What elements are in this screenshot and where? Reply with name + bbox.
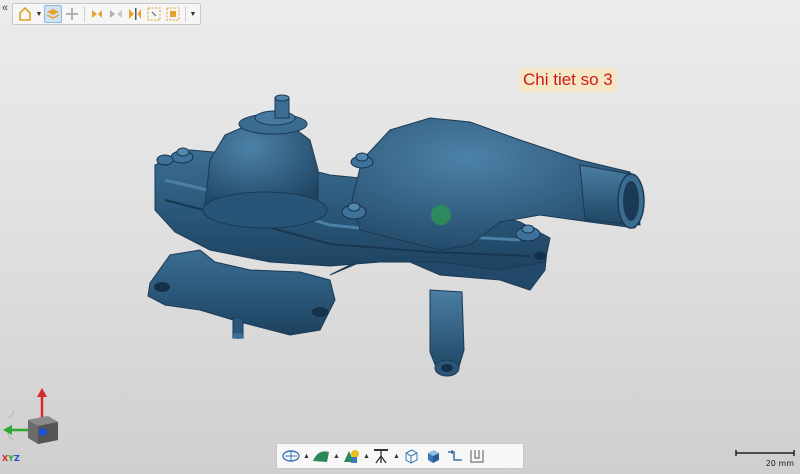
axis-triad[interactable]: XYZ xyxy=(0,386,70,474)
cross-section-button[interactable] xyxy=(467,446,487,466)
home-view-dropdown[interactable]: ▼ xyxy=(35,5,43,23)
fit-all-icon xyxy=(166,7,180,21)
mesh-shading-icon xyxy=(282,450,300,462)
layers-icon xyxy=(46,9,60,19)
flip-rotate-button[interactable] xyxy=(107,5,125,23)
fit-selection-button[interactable] xyxy=(145,5,163,23)
mirror-button[interactable] xyxy=(126,5,144,23)
flip-icon xyxy=(92,10,102,18)
tripod-light-icon xyxy=(374,449,388,464)
color-shapes-button[interactable] xyxy=(341,446,361,466)
solid-cube-icon xyxy=(428,450,439,463)
scale-bar: 20 mm xyxy=(734,449,796,471)
flip-button[interactable] xyxy=(88,5,106,23)
move-icon xyxy=(66,8,78,20)
section-step-icon xyxy=(448,450,462,461)
dropdown-caret-icon: ▼ xyxy=(189,10,197,18)
cross-section-icon xyxy=(470,450,484,463)
home-view-icon xyxy=(19,7,31,21)
layers-button[interactable] xyxy=(44,5,62,23)
mesh-shading-dropdown[interactable]: ▲ xyxy=(303,453,310,460)
mirror-icon xyxy=(129,8,141,20)
toolbar-more-dropdown[interactable]: ▼ xyxy=(189,5,197,23)
view-toolbar: ▼ ▼ xyxy=(12,3,201,25)
move-button[interactable] xyxy=(63,5,81,23)
annotation-label[interactable]: Chi tiet so 3 xyxy=(519,68,617,92)
home-view-button[interactable] xyxy=(16,5,34,23)
rotate-left-icon xyxy=(7,409,15,419)
display-toolbar: ▲ ▲ ▲ ▲ xyxy=(276,443,524,469)
tripod-light-dropdown[interactable]: ▲ xyxy=(393,453,400,460)
collapse-panel-button[interactable]: « xyxy=(2,2,12,14)
axis-labels: XYZ xyxy=(2,454,20,463)
3d-viewport[interactable]: Chi tiet so 3 « ▼ ▼ XYZ ▲ ▲ ▲ ▲ 20 mm xyxy=(0,0,800,474)
mesh-shading-button[interactable] xyxy=(281,446,301,466)
flip-rotate-icon xyxy=(110,10,122,18)
fit-all-button[interactable] xyxy=(164,5,182,23)
surface-color-icon xyxy=(313,451,329,462)
dropdown-caret-icon: ▼ xyxy=(35,10,43,18)
pick-point-marker[interactable] xyxy=(431,205,451,225)
3d-model-render[interactable] xyxy=(0,0,800,474)
fit-selection-icon xyxy=(147,7,161,21)
color-shapes-dropdown[interactable]: ▲ xyxy=(363,453,370,460)
color-shapes-icon xyxy=(344,450,359,463)
axis-z-label: Z xyxy=(13,454,20,463)
scale-label: 20 mm xyxy=(765,459,794,468)
section-step-button[interactable] xyxy=(445,446,465,466)
surface-color-button[interactable] xyxy=(311,446,331,466)
wireframe-cube-button[interactable] xyxy=(401,446,421,466)
tripod-light-button[interactable] xyxy=(371,446,391,466)
solid-cube-button[interactable] xyxy=(423,446,443,466)
wireframe-cube-icon xyxy=(405,449,418,464)
surface-color-dropdown[interactable]: ▲ xyxy=(333,453,340,460)
